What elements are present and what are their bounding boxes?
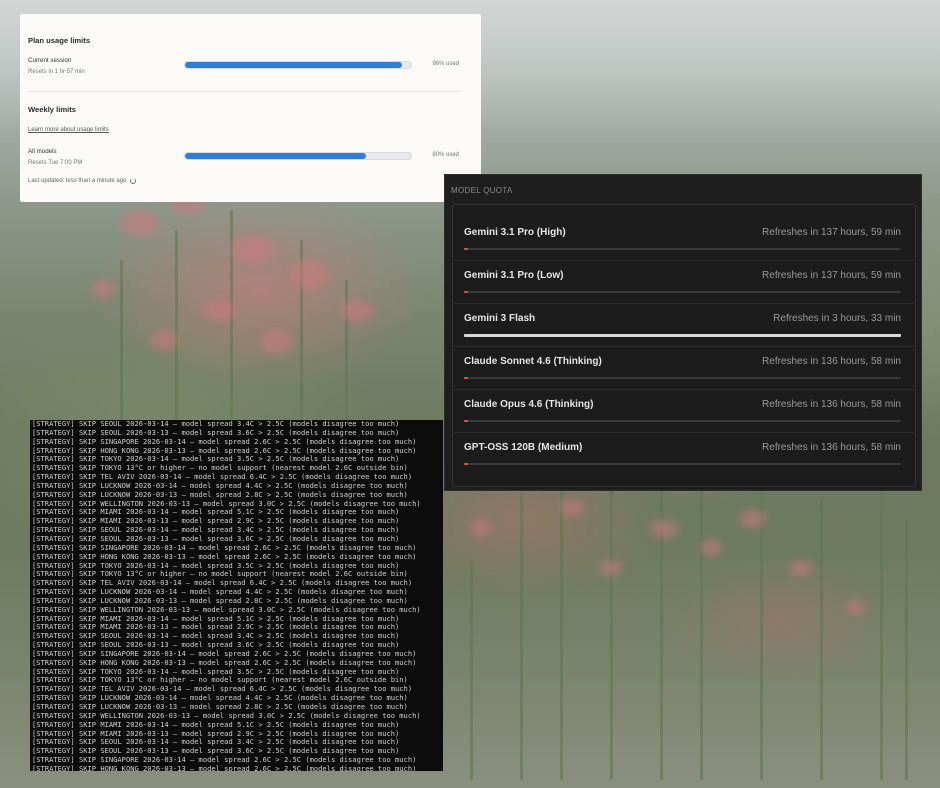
current-session-bar-fill: [185, 62, 402, 68]
model-quota-row: Gemini 3.1 Pro (High) Refreshes in 137 ho…: [453, 205, 915, 261]
all-models-label: All models: [28, 148, 57, 155]
model-name: Claude Sonnet 4.6 (Thinking): [464, 356, 602, 367]
model-refresh-time: Refreshes in 137 hours, 59 min: [762, 227, 901, 238]
model-refresh-time: Refreshes in 136 hours, 58 min: [762, 356, 901, 367]
model-refresh-time: Refreshes in 137 hours, 59 min: [762, 270, 901, 281]
model-quota-fill: [464, 463, 469, 465]
model-refresh-time: Refreshes in 136 hours, 58 min: [762, 442, 901, 453]
model-quota-title: MODEL QUOTA: [451, 186, 513, 195]
current-session-reset: Resets in 1 hr 57 min: [28, 69, 85, 75]
model-quota-panel: MODEL QUOTA Gemini 3.1 Pro (High) Refresh…: [444, 174, 922, 491]
all-models-bar-fill: [185, 153, 366, 159]
model-quota-row: Gemini 3.1 Pro (Low) Refreshes in 137 hou…: [453, 248, 915, 304]
model-name: Gemini 3.1 Pro (Low): [464, 270, 564, 281]
model-quota-row: Gemini 3 Flash Refreshes in 3 hours, 33 m…: [453, 291, 915, 347]
model-refresh-time: Refreshes in 3 hours, 33 min: [773, 313, 901, 324]
all-models-percent: 80% used: [432, 152, 459, 158]
divider: [28, 91, 461, 92]
current-session-bar: [184, 61, 412, 69]
plan-usage-panel: Plan usage limits Current session Resets…: [20, 14, 481, 202]
model-quota-list: Gemini 3.1 Pro (High) Refreshes in 137 ho…: [452, 204, 916, 487]
model-name: Claude Opus 4.6 (Thinking): [464, 399, 594, 410]
model-name: Gemini 3 Flash: [464, 313, 536, 324]
current-session-percent: 96% used: [432, 61, 459, 67]
model-quota-track: [464, 463, 901, 465]
model-quota-row: Claude Sonnet 4.6 (Thinking) Refreshes in…: [453, 334, 915, 390]
terminal-output[interactable]: [STRATEGY] SKIP SEOUL 2026-03-14 — model…: [30, 420, 443, 771]
weekly-limits-title: Weekly limits: [28, 105, 76, 114]
plan-usage-title: Plan usage limits: [28, 36, 91, 45]
model-quota-row: Claude Opus 4.6 (Thinking) Refreshes in 1…: [453, 377, 915, 433]
model-name: GPT-OSS 120B (Medium): [464, 442, 583, 453]
current-session-label: Current session: [28, 57, 72, 64]
learn-more-link[interactable]: Learn more about usage limits: [28, 127, 109, 133]
all-models-bar: [184, 152, 412, 160]
model-name: Gemini 3.1 Pro (High): [464, 227, 566, 238]
model-refresh-time: Refreshes in 136 hours, 58 min: [762, 399, 901, 410]
current-session-row: Current session Resets in 1 hr 57 min 96…: [28, 57, 461, 91]
all-models-row: All models Resets Tue 7:00 PM 80% used: [28, 148, 461, 182]
all-models-reset: Resets Tue 7:00 PM: [28, 160, 83, 166]
terminal-line: [STRATEGY] SKIP HONG KONG 2026-03-13 — m…: [32, 763, 417, 771]
model-quota-row: GPT-OSS 120B (Medium) Refreshes in 136 ho…: [464, 420, 901, 465]
